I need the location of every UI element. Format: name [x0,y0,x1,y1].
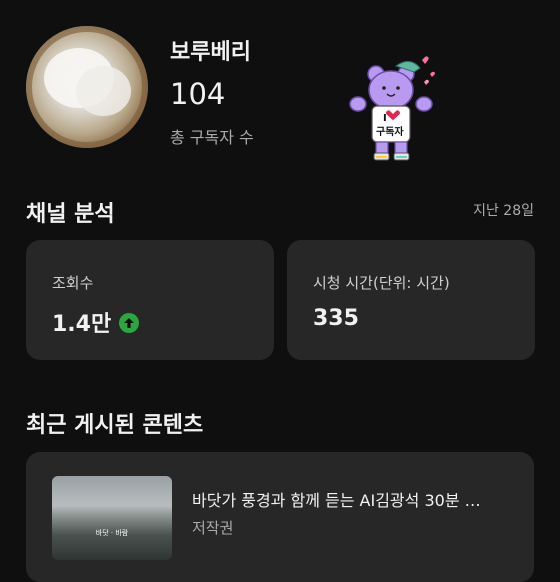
views-value-row: 1.4만 [52,306,140,338]
video-thumbnail[interactable]: 바닷 · 바람 [52,476,172,560]
views-label: 조회수 [52,274,94,292]
watch-time-card[interactable]: 시청 시간(단위: 시간) 335 [287,240,535,360]
subscriber-count: 104 [170,77,226,111]
views-card[interactable]: 조회수 1.4만 [26,240,274,360]
channel-analytics-title: 채널 분석 [26,202,115,227]
views-value: 1.4만 [52,312,112,337]
watch-time-value: 335 [313,306,359,331]
watch-time-label: 시청 시간(단위: 시간) [313,274,450,292]
channel-avatar[interactable] [26,26,148,148]
analytics-period: 지난 28일 [473,203,534,219]
thumbnail-caption: 바닷 · 바람 [95,529,129,537]
video-meta: 저작권 [192,519,234,537]
trend-up-icon [119,313,140,333]
channel-name: 보루베리 [170,40,251,65]
recent-content-title: 최근 게시된 콘텐츠 [26,413,204,438]
sticker-text-i: I [383,113,387,124]
subscriber-label: 총 구독자 수 [170,128,254,147]
sticker-text-subscriber: 구독자 [376,125,404,138]
subscriber-bear-sticker: I 구독자 [340,52,440,172]
video-title[interactable]: 바닷가 풍경과 함께 듣는 AI김광석 30분 … [192,487,522,511]
